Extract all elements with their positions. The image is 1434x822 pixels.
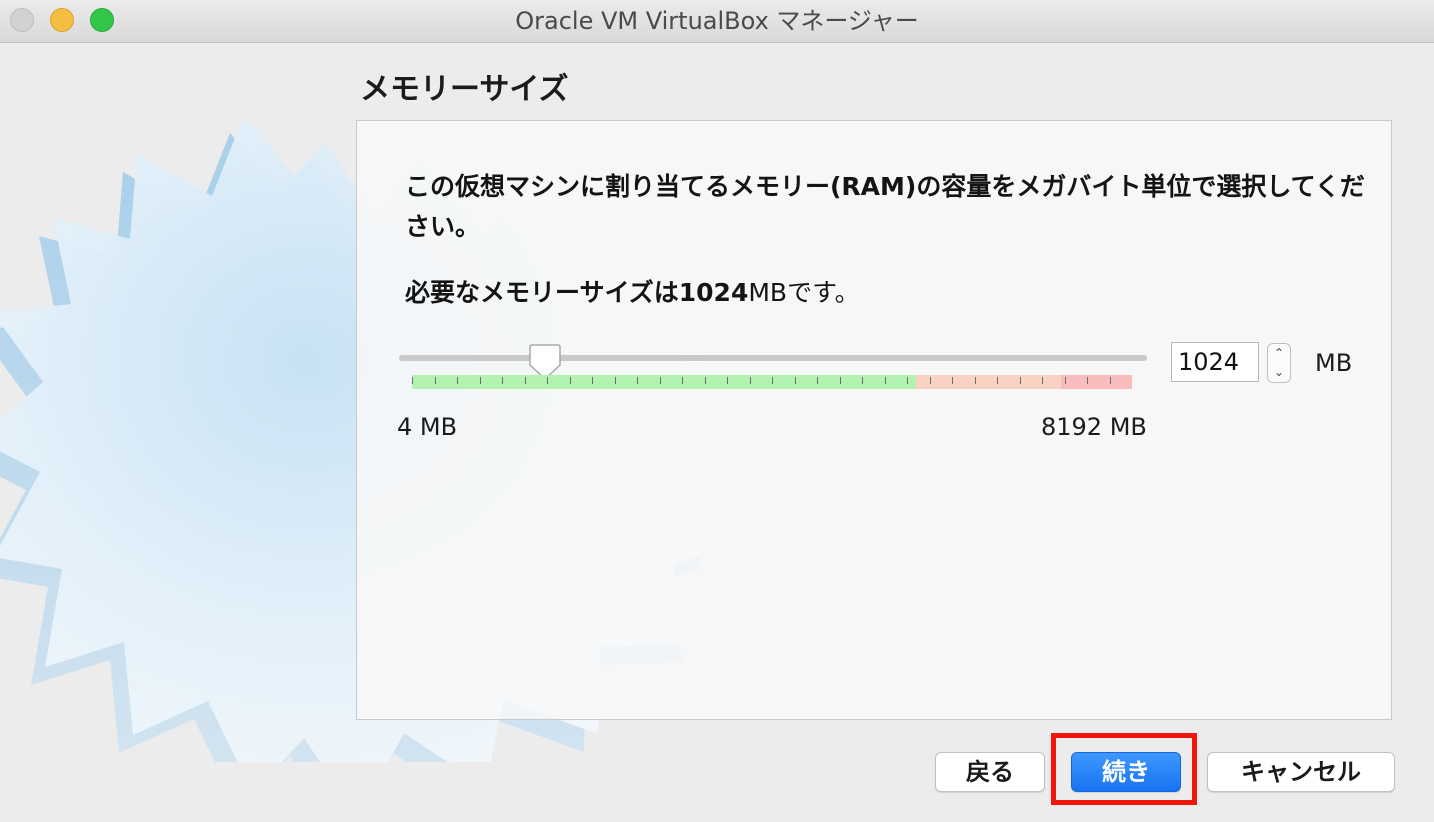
max-memory-label: 8192 MB (1041, 413, 1147, 441)
page-title: メモリーサイズ (360, 72, 569, 107)
memory-size-input[interactable]: 1024 (1171, 342, 1259, 382)
back-button[interactable]: 戻る (935, 752, 1045, 792)
recommended-suffix: MBです。 (748, 278, 860, 307)
min-memory-label: 4 MB (397, 413, 458, 441)
title-bar: Oracle VM VirtualBox マネージャー (0, 0, 1434, 43)
recommended-prefix: 必要なメモリーサイズは (405, 278, 679, 307)
highlight-box (1051, 733, 1197, 805)
cancel-button[interactable]: キャンセル (1207, 752, 1395, 792)
window-title: Oracle VM VirtualBox マネージャー (515, 7, 919, 35)
memory-size-panel: この仮想マシンに割り当てるメモリー(RAM)の容量をメガバイト単位で選択してくだ… (356, 120, 1392, 720)
chevron-up-icon[interactable]: ⌃ (1268, 344, 1290, 363)
memory-slider-track[interactable] (399, 355, 1147, 361)
chevron-down-icon[interactable]: ⌄ (1268, 363, 1290, 382)
recommended-memory-text: 必要なメモリーサイズは1024MBです。 (405, 273, 860, 309)
recommended-value: 1024 (678, 278, 749, 307)
memory-unit-label: MB (1315, 349, 1353, 377)
memory-zone-bar (412, 375, 1132, 389)
memory-ticks (412, 377, 1111, 384)
memory-description: この仮想マシンに割り当てるメモリー(RAM)の容量をメガバイト単位で選択してくだ… (405, 172, 1365, 241)
memory-stepper[interactable]: ⌃ ⌄ (1267, 343, 1291, 383)
